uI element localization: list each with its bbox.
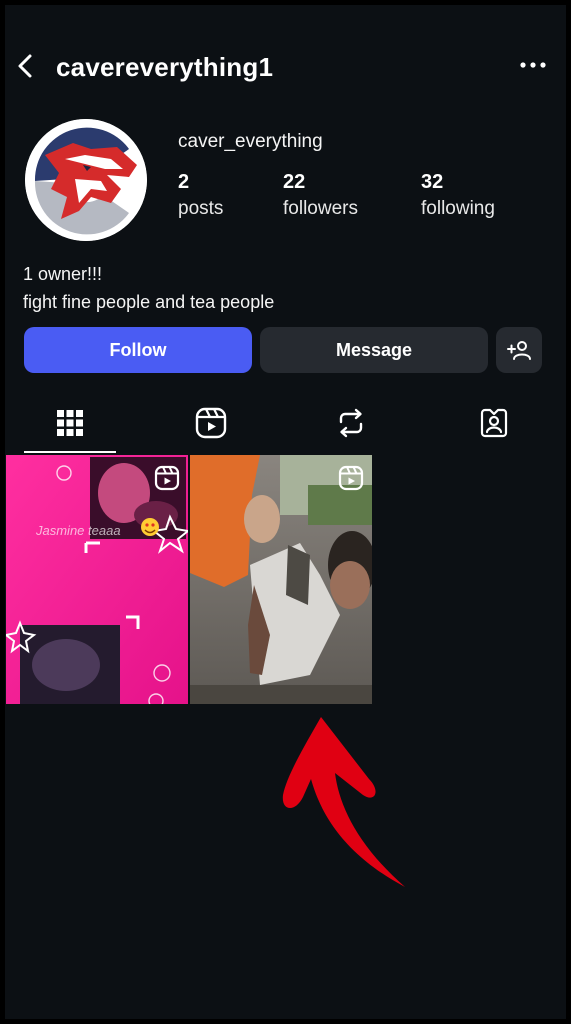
profile-tabs <box>5 397 566 455</box>
more-options-button[interactable] <box>518 53 548 77</box>
profile-bio: 1 owner!!! fight fine people and tea peo… <box>23 260 274 316</box>
posts-count: 2 <box>178 171 190 193</box>
following-count: 32 <box>421 171 444 193</box>
followers-label: followers <box>283 198 358 219</box>
reel-badge-icon <box>338 465 364 491</box>
message-button[interactable]: Message <box>260 327 488 373</box>
suggested-people-button[interactable] <box>496 327 542 373</box>
profile-screen: cavereverything1 caver_everything 2 post… <box>5 5 566 1019</box>
following-label: following <box>421 198 495 219</box>
chevron-left-icon <box>18 54 32 78</box>
add-person-icon <box>507 341 531 360</box>
profile-username-title: cavereverything1 <box>56 52 274 82</box>
posts-stat[interactable]: 2 posts <box>178 171 223 220</box>
panther-logo-image <box>25 119 147 241</box>
tab-tagged[interactable] <box>448 397 540 449</box>
posts-label: posts <box>178 198 224 219</box>
follow-button[interactable]: Follow <box>24 327 252 373</box>
back-button[interactable] <box>11 51 41 81</box>
tab-reposts[interactable] <box>305 397 397 449</box>
post-overlay-text: Jasmine teaaa <box>36 523 121 538</box>
top-bar: cavereverything1 <box>5 43 566 91</box>
grid-icon <box>57 410 83 436</box>
post-thumbnail[interactable]: Jasmine teaaa <box>6 455 188 704</box>
followers-stat[interactable]: 22 followers <box>283 171 358 220</box>
post-thumbnail[interactable] <box>190 455 372 704</box>
bio-line: fight fine people and tea people <box>23 292 275 312</box>
tab-posts-grid[interactable] <box>24 397 116 453</box>
reels-icon <box>195 407 227 439</box>
tagged-icon <box>480 408 508 438</box>
followers-count: 22 <box>283 171 306 193</box>
reposts-icon <box>339 408 363 438</box>
post-image <box>190 455 372 704</box>
following-stat[interactable]: 32 following <box>421 171 495 220</box>
profile-display-name: caver_everything <box>178 131 323 152</box>
bio-line: 1 owner!!! <box>23 264 103 284</box>
tab-reels[interactable] <box>165 397 257 449</box>
post-image <box>6 455 188 704</box>
reel-badge-icon <box>154 465 180 491</box>
more-horizontal-icon <box>520 62 546 68</box>
profile-avatar[interactable] <box>25 119 147 241</box>
